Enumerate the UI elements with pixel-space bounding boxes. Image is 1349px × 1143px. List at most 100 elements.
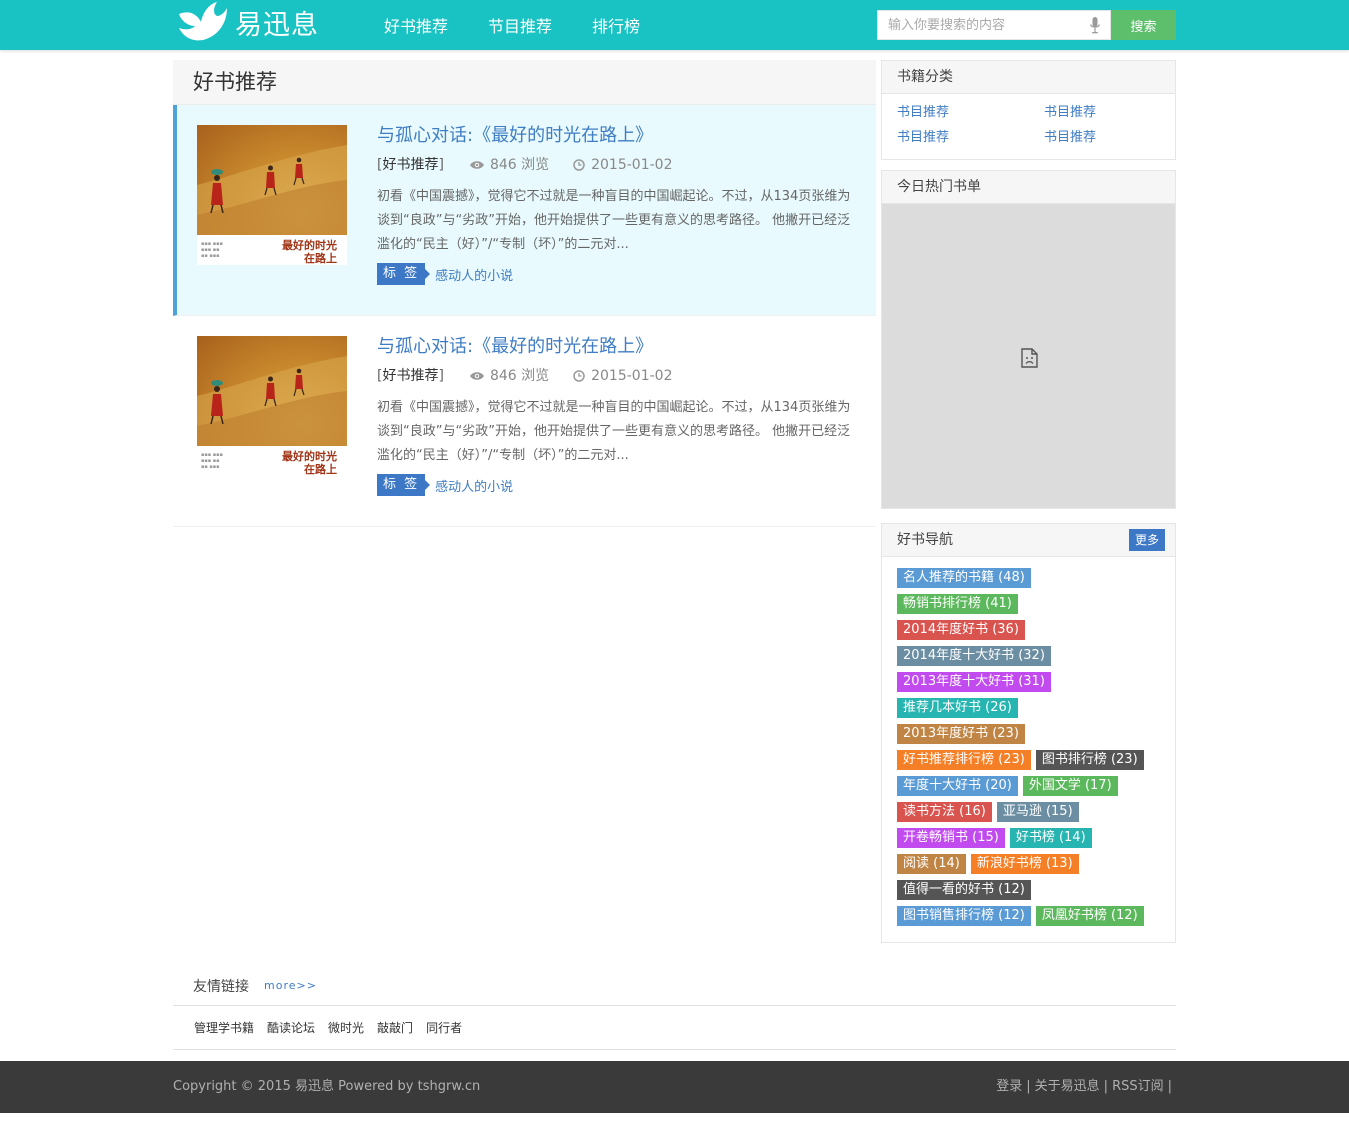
article-tags: 标 签 感动人的小说	[377, 263, 857, 285]
tag-row: 年度十大好书 (20) 外国文学 (17)	[897, 776, 1160, 796]
tag-label: 标 签	[377, 263, 431, 285]
article-body: 与孤心对话:《最好的时光在路上》 [好书推荐] 846 浏览 2015-01-0…	[377, 334, 857, 496]
book-nav-tag[interactable]: 新浪好书榜 (13)	[970, 854, 1079, 874]
book-nav-tag[interactable]: 2014年度好书 (36)	[897, 620, 1025, 640]
book-nav-tag[interactable]: 凤凰好书榜 (12)	[1035, 906, 1144, 926]
book-nav-tag[interactable]: 年度十大好书 (20)	[897, 776, 1018, 796]
article-title[interactable]: 与孤心对话:《最好的时光在路上》	[377, 123, 857, 149]
tag-row: 推荐几本好书 (26)	[897, 698, 1160, 718]
tag-row: 2013年度好书 (23)	[897, 724, 1160, 744]
book-nav-tag[interactable]: 外国文学 (17)	[1022, 776, 1118, 796]
hot-books-panel: 今日热门书单	[881, 170, 1176, 509]
book-nav-tag[interactable]: 开卷畅销书 (15)	[897, 828, 1005, 848]
book-nav-tag[interactable]: 畅销书排行榜 (41)	[897, 594, 1018, 614]
friend-links-list: 管理学书籍 酷读论坛 微时光 敲敲门 同行者	[173, 1006, 1176, 1050]
book-nav-tag[interactable]: 2013年度好书 (23)	[897, 724, 1025, 744]
friend-links-header: 友情链接 more>>	[173, 966, 1176, 1006]
friend-links-more[interactable]: more>>	[264, 979, 317, 992]
nav-item-rankings[interactable]: 排行榜	[592, 13, 640, 37]
tag-link[interactable]: 感动人的小说	[435, 476, 513, 495]
bird-logo-icon	[179, 2, 227, 41]
book-nav-tag[interactable]: 读书方法 (16)	[897, 802, 992, 822]
footer-link-login[interactable]: 登录	[996, 1061, 1022, 1113]
tag-row: 2014年度十大好书 (32)	[897, 646, 1160, 666]
footer-separator: |	[1167, 1079, 1172, 1094]
category-list: 书目推荐 书目推荐 书目推荐 书目推荐	[882, 94, 1175, 151]
more-button[interactable]: 更多	[1128, 529, 1165, 551]
book-cover[interactable]: ▪▪▪ ▪▪▪ ▪▪▪ ▪▪ ▪▪ ▪▪▪ 最好的时光 在路上	[197, 336, 347, 476]
article-date: 2015-01-02	[573, 155, 672, 175]
friend-link[interactable]: 敲敲门	[377, 1019, 413, 1036]
book-nav-tag[interactable]: 值得一看的好书 (12)	[897, 880, 1031, 900]
footer: Copyright © 2015 易迅息 Powered by tshgrw.c…	[0, 1061, 1349, 1113]
friend-links: 友情链接 more>> 管理学书籍 酷读论坛 微时光 敲敲门 同行者	[173, 966, 1176, 1050]
book-nav-tag[interactable]: 2014年度十大好书 (32)	[897, 646, 1051, 666]
article-body: 与孤心对话:《最好的时光在路上》 [好书推荐] 846 浏览 2015-01-0…	[377, 123, 857, 285]
search-form: 搜索	[877, 10, 1176, 40]
footer-separator: |	[1103, 1079, 1109, 1094]
panel-title: 好书导航 更多	[882, 524, 1175, 557]
nav-item-programs[interactable]: 节目推荐	[488, 13, 552, 37]
tag-label: 标 签	[377, 474, 431, 496]
book-nav-tag[interactable]: 图书排行榜 (23)	[1035, 750, 1144, 770]
logo-text: 易迅息	[235, 9, 319, 41]
category-link[interactable]: 书目推荐	[897, 128, 1044, 147]
tag-row: 好书推荐排行榜 (23) 图书排行榜 (23)	[897, 750, 1160, 770]
tag-row: 值得一看的好书 (12)	[897, 880, 1160, 900]
top-navbar: 易迅息 好书推荐 节目推荐 排行榜 搜索	[0, 0, 1349, 50]
cover-title: 最好的时光 在路上	[282, 239, 337, 265]
microphone-icon[interactable]	[1090, 17, 1100, 34]
friend-link[interactable]: 管理学书籍	[194, 1019, 254, 1036]
book-nav-tag[interactable]: 阅读 (14)	[897, 854, 966, 874]
search-button[interactable]: 搜索	[1111, 10, 1176, 40]
friend-link[interactable]: 微时光	[328, 1019, 364, 1036]
panel-title-text: 好书导航	[897, 532, 953, 548]
search-input[interactable]	[878, 11, 1078, 39]
footer-link-rss[interactable]: RSS订阅	[1112, 1061, 1164, 1113]
article-meta: [好书推荐] 846 浏览 2015-01-02	[377, 366, 857, 386]
article-category[interactable]: [好书推荐]	[377, 366, 444, 386]
book-nav-tag[interactable]: 好书榜 (14)	[1009, 828, 1092, 848]
category-link[interactable]: 书目推荐	[1044, 103, 1164, 122]
cover-author-text: ▪▪▪ ▪▪▪ ▪▪▪ ▪▪ ▪▪ ▪▪▪	[201, 241, 223, 259]
article-excerpt: 初看《中国震撼》，觉得它不过就是一种盲目的中国崛起论。不过，从134页张维为谈到…	[377, 189, 851, 252]
book-cover[interactable]: ▪▪▪ ▪▪▪ ▪▪▪ ▪▪ ▪▪ ▪▪▪ 最好的时光 在路上	[197, 125, 347, 265]
article-item: ▪▪▪ ▪▪▪ ▪▪▪ ▪▪ ▪▪ ▪▪▪ 最好的时光 在路上 与孤心对话:《最好的…	[173, 105, 876, 316]
book-nav-tags: 名人推荐的书籍 (48) 畅销书排行榜 (41) 2014年度好书 (36) 2014…	[882, 557, 1175, 942]
book-nav-tag[interactable]: 2013年度十大好书 (31)	[897, 672, 1051, 692]
book-nav-tag[interactable]: 图书销售排行榜 (12)	[897, 906, 1031, 926]
footer-links: 登录 | 关于易迅息 | RSS订阅 |	[996, 1061, 1176, 1113]
article-tags: 标 签 感动人的小说	[377, 474, 857, 496]
tag-row: 图书销售排行榜 (12) 凤凰好书榜 (12)	[897, 906, 1160, 926]
article-category[interactable]: [好书推荐]	[377, 155, 444, 175]
article-views: 846 浏览	[469, 366, 549, 386]
broken-image-icon	[1021, 348, 1038, 368]
book-nav-tag[interactable]: 推荐几本好书 (26)	[897, 698, 1018, 718]
friend-link[interactable]: 酷读论坛	[267, 1019, 315, 1036]
article-title[interactable]: 与孤心对话:《最好的时光在路上》	[377, 334, 857, 360]
tag-row: 2014年度好书 (36)	[897, 620, 1160, 640]
category-link[interactable]: 书目推荐	[1044, 128, 1164, 147]
eye-icon	[469, 161, 484, 169]
copyright-text: Copyright © 2015 易迅息 Powered by tshgrw.c…	[173, 1079, 481, 1094]
eye-icon	[469, 372, 484, 380]
article-meta: [好书推荐] 846 浏览 2015-01-02	[377, 155, 857, 175]
article-excerpt: 初看《中国震撼》，觉得它不过就是一种盲目的中国崛起论。不过，从134页张维为谈到…	[377, 400, 851, 463]
article-item: ▪▪▪ ▪▪▪ ▪▪▪ ▪▪ ▪▪ ▪▪▪ 最好的时光 在路上 与孤心对话:《最好的…	[173, 316, 876, 527]
book-nav-panel: 好书导航 更多 名人推荐的书籍 (48) 畅销书排行榜 (41) 2014年度好书 …	[881, 523, 1176, 943]
tag-link[interactable]: 感动人的小说	[435, 265, 513, 284]
cover-photo	[197, 125, 347, 235]
book-nav-tag[interactable]: 名人推荐的书籍 (48)	[897, 568, 1031, 588]
nav-item-good-books[interactable]: 好书推荐	[384, 13, 448, 37]
book-nav-tag[interactable]: 好书推荐排行榜 (23)	[897, 750, 1031, 770]
site-logo[interactable]: 易迅息	[177, 0, 319, 44]
hot-books-image[interactable]	[882, 204, 1175, 508]
book-nav-tag[interactable]: 亚马逊 (15)	[996, 802, 1079, 822]
cover-title: 最好的时光 在路上	[282, 450, 337, 476]
article-date: 2015-01-02	[573, 366, 672, 386]
footer-link-about[interactable]: 关于易迅息	[1035, 1061, 1100, 1113]
friend-links-title: 友情链接	[193, 978, 249, 995]
friend-link[interactable]: 同行者	[426, 1019, 462, 1036]
category-link[interactable]: 书目推荐	[897, 103, 1044, 122]
panel-title: 今日热门书单	[882, 171, 1175, 204]
